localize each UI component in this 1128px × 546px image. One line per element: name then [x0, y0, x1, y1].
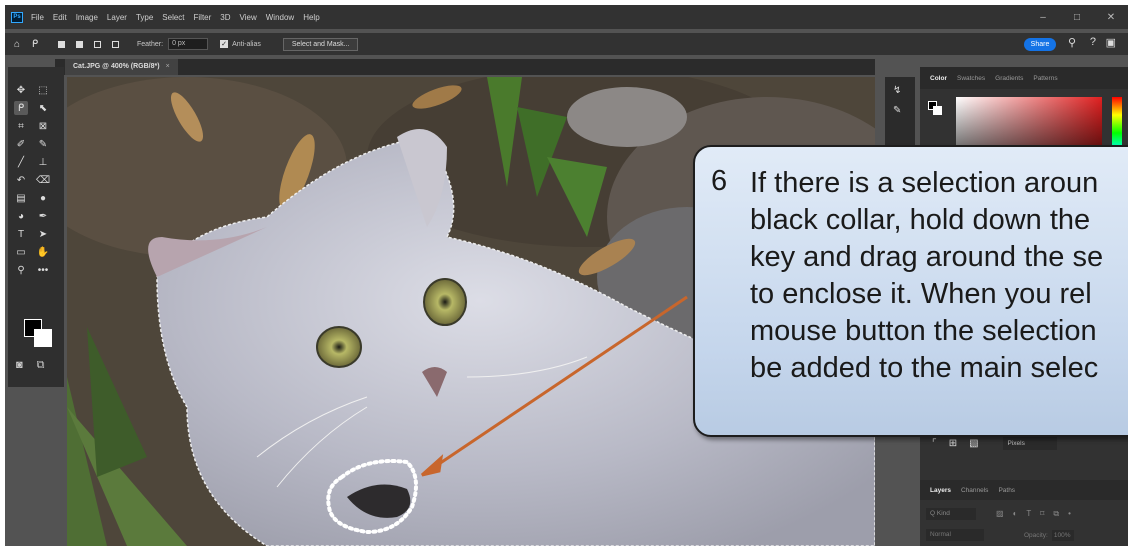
feather-label: Feather:	[137, 40, 164, 48]
frame-tool-icon[interactable]: ⊠	[36, 119, 50, 133]
lasso-preset-icon[interactable]: ᑭ	[29, 38, 41, 50]
tab-color[interactable]: Color	[930, 75, 947, 82]
menu-select[interactable]: Select	[162, 13, 184, 22]
eyedropper-tool-icon[interactable]: ✐	[14, 137, 28, 151]
hand-tool-icon[interactable]: ✋	[36, 245, 50, 259]
feather-input[interactable]: 0 px	[168, 38, 209, 50]
comments-panel-icon[interactable]: ✎	[893, 105, 901, 116]
menu-bar: Ps File Edit Image Layer Type Select Fil…	[5, 5, 1128, 29]
screen-mode-icon[interactable]: ⧉	[37, 359, 45, 372]
pen-tool-icon[interactable]: ✒	[36, 209, 50, 223]
layer-filter-row: Q Kind ▨ ◐ T ⌑ ⧉ •	[926, 507, 1122, 521]
menu-view[interactable]: View	[240, 13, 257, 22]
search-icon[interactable]: ⚲	[1068, 36, 1076, 49]
corner-icon[interactable]: ⌜	[932, 438, 937, 449]
history-brush-tool-icon[interactable]: ↶	[14, 173, 28, 187]
filter-toggle-icon[interactable]: •	[1068, 509, 1071, 519]
add-selection-icon[interactable]	[73, 38, 85, 50]
path-select-tool-icon[interactable]: ➤	[36, 227, 50, 241]
select-and-mask-button[interactable]: Select and Mask...	[282, 37, 359, 51]
smart-object-filter-icon[interactable]: ⧉	[1053, 509, 1059, 519]
grid-icon[interactable]: ⊞	[949, 438, 957, 449]
menu-layer[interactable]: Layer	[107, 13, 127, 22]
marquee-tool-icon[interactable]: ⬚	[36, 83, 50, 97]
document-tab-title: Cat.JPG @ 400% (RGB/8*)	[73, 63, 160, 70]
eraser-tool-icon[interactable]: ⌫	[36, 173, 50, 187]
close-button[interactable]: ✕	[1094, 12, 1128, 23]
menu-file[interactable]: File	[31, 13, 44, 22]
pixel-filter-icon[interactable]: ▨	[996, 509, 1004, 519]
quick-select-tool-icon[interactable]: ⬉	[36, 101, 50, 115]
menu-window[interactable]: Window	[266, 13, 294, 22]
maximize-button[interactable]: □	[1060, 12, 1094, 23]
dodge-tool-icon[interactable]: ◕	[14, 209, 28, 223]
antialias-checkbox[interactable]: ✓	[220, 40, 229, 48]
options-bar: ⌂ ᑭ Feather: 0 px ✓ Anti-alias Select an…	[5, 33, 1128, 55]
tab-paths[interactable]: Paths	[998, 487, 1015, 494]
intersect-selection-icon[interactable]	[109, 38, 121, 50]
blur-tool-icon[interactable]: ●	[36, 191, 50, 205]
menu-3d[interactable]: 3D	[220, 13, 230, 22]
color-panel-tabs: Color Swatches Gradients Patterns	[920, 67, 1128, 89]
type-filter-icon[interactable]: T	[1026, 509, 1031, 519]
pixels-dropdown[interactable]: Pixels	[1002, 437, 1057, 450]
blend-mode-dropdown[interactable]: Normal	[926, 529, 984, 541]
panel-background-swatch[interactable]	[933, 106, 942, 115]
home-icon[interactable]: ⌂	[11, 38, 23, 50]
tools-panel: ✥ ⬚ ᑭ ⬉ ⌗ ⊠ ✐ ✎ ╱ ⊥ ↶ ⌫ ▤ ● ◕ ✒ T ➤ ▭ ✋ ⚲ ••• ◙ ⧉	[8, 67, 64, 387]
workspace-icon[interactable]: ▣	[1106, 36, 1116, 49]
callout-step-number: 6	[711, 165, 728, 197]
shape-tool-icon[interactable]: ▭	[14, 245, 28, 259]
more-tools-icon[interactable]: •••	[36, 263, 50, 277]
properties-row: ⌜ ⊞ ▧ Pixels	[932, 437, 1057, 450]
share-button[interactable]: Share	[1024, 38, 1056, 51]
kind-filter-dropdown[interactable]: Q Kind	[926, 508, 976, 520]
photoshop-window: Ps File Edit Image Layer Type Select Fil…	[5, 5, 1128, 546]
opacity-input[interactable]: 100%	[1051, 529, 1074, 541]
history-panel-icon[interactable]: ↯	[893, 85, 901, 96]
menu-edit[interactable]: Edit	[53, 13, 67, 22]
mode-row: ◙ ⧉	[16, 359, 45, 372]
lasso-tool-icon[interactable]: ᑭ	[14, 101, 28, 115]
menu-help[interactable]: Help	[303, 13, 319, 22]
new-selection-icon[interactable]	[55, 38, 67, 50]
adjustment-filter-icon[interactable]: ◐	[1013, 509, 1018, 519]
antialias-label: Anti-alias	[232, 40, 261, 48]
zoom-tool-icon[interactable]: ⚲	[14, 263, 28, 277]
opacity-label: Opacity:	[1024, 531, 1048, 539]
crop-tool-icon[interactable]: ⌗	[14, 119, 28, 133]
pattern-icon[interactable]: ▧	[969, 438, 978, 449]
subtract-selection-icon[interactable]	[91, 38, 103, 50]
document-tab[interactable]: Cat.JPG @ 400% (RGB/8*) ×	[65, 59, 178, 75]
move-tool-icon[interactable]: ✥	[14, 83, 28, 97]
tab-swatches[interactable]: Swatches	[957, 75, 985, 82]
menu-type[interactable]: Type	[136, 13, 153, 22]
help-icon[interactable]: ?	[1090, 36, 1096, 48]
callout-text: If there is a selection aroun black coll…	[750, 167, 1104, 384]
instruction-callout: 6 If there is a selection aroun black co…	[693, 145, 1128, 437]
quick-mask-icon[interactable]: ◙	[16, 359, 23, 372]
shape-filter-icon[interactable]: ⌑	[1040, 509, 1044, 519]
menu-filter[interactable]: Filter	[194, 13, 212, 22]
tool-grid: ✥ ⬚ ᑭ ⬉ ⌗ ⊠ ✐ ✎ ╱ ⊥ ↶ ⌫ ▤ ● ◕ ✒ T ➤ ▭ ✋ ⚲ •••	[14, 83, 58, 277]
healing-brush-tool-icon[interactable]: ✎	[36, 137, 50, 151]
window-controls: – □ ✕	[1026, 5, 1128, 29]
tab-layers[interactable]: Layers	[930, 487, 951, 494]
blend-row: Normal Opacity: 100%	[926, 528, 1122, 542]
background-color-swatch[interactable]	[34, 329, 52, 347]
tab-gradients[interactable]: Gradients	[995, 75, 1023, 82]
type-tool-icon[interactable]: T	[14, 227, 28, 241]
gradient-tool-icon[interactable]: ▤	[14, 191, 28, 205]
photoshop-logo-icon: Ps	[11, 11, 23, 23]
close-tab-icon[interactable]: ×	[166, 63, 170, 70]
stamp-tool-icon[interactable]: ⊥	[36, 155, 50, 169]
menu-image[interactable]: Image	[76, 13, 98, 22]
document-tab-bar: Cat.JPG @ 400% (RGB/8*) ×	[55, 59, 875, 75]
tab-patterns[interactable]: Patterns	[1033, 75, 1057, 82]
minimize-button[interactable]: –	[1026, 12, 1060, 23]
layer-filter-icons: ▨ ◐ T ⌑ ⧉ •	[996, 509, 1071, 519]
tab-channels[interactable]: Channels	[961, 487, 988, 494]
layers-panel-tabs: Layers Channels Paths	[920, 480, 1128, 500]
brush-tool-icon[interactable]: ╱	[14, 155, 28, 169]
